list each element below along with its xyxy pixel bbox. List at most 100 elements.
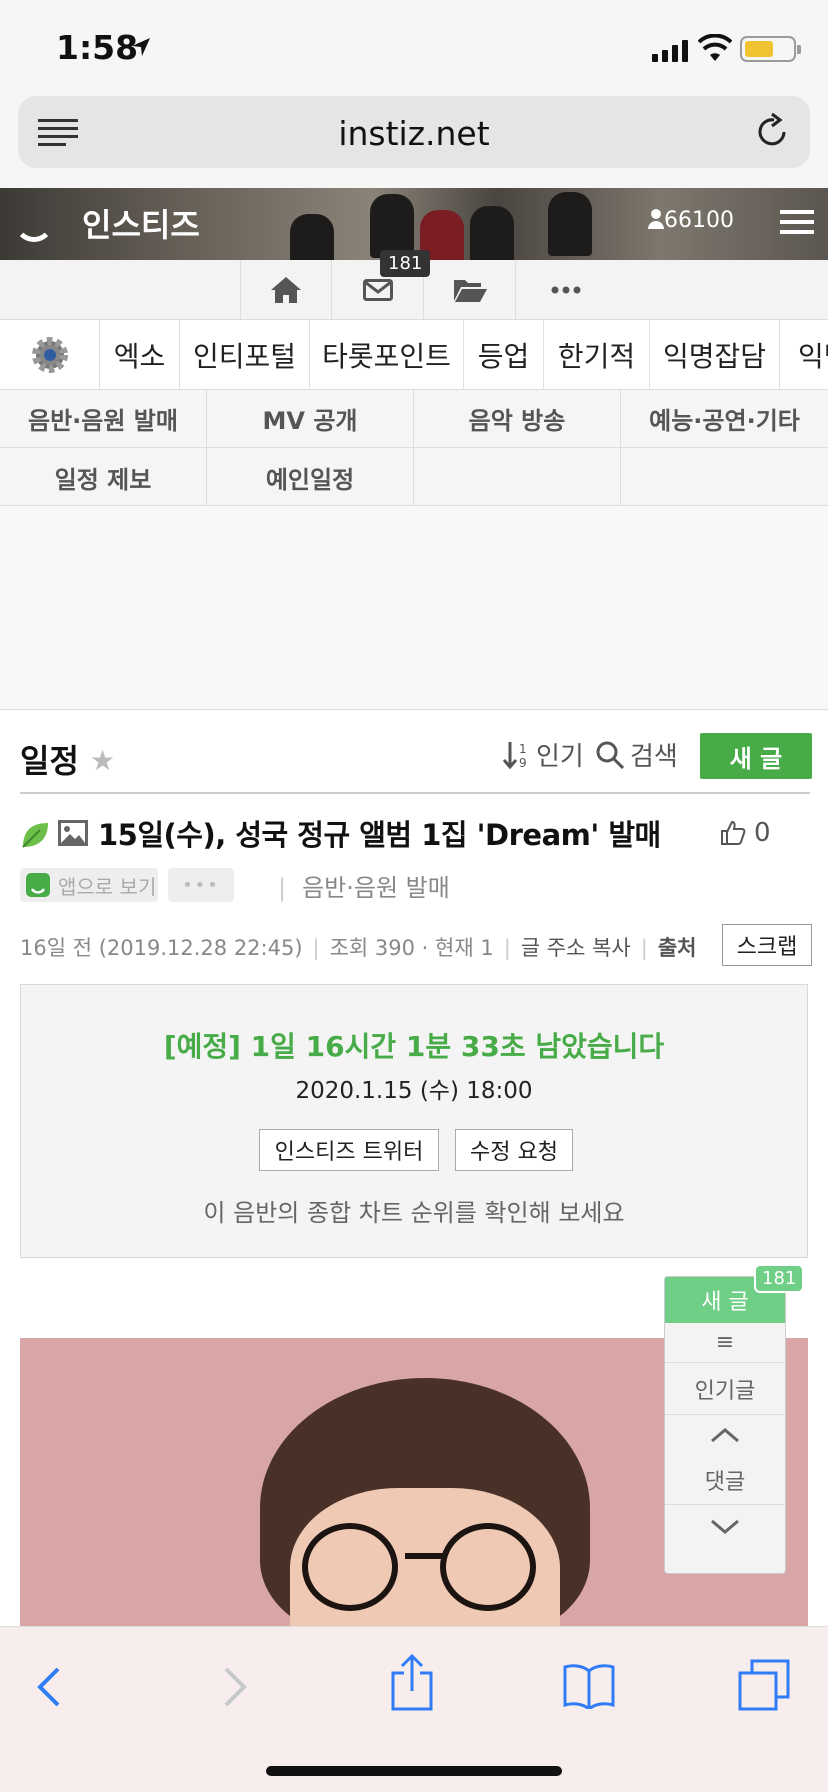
tab-level-up[interactable]: 등업	[464, 320, 544, 389]
gear-icon	[31, 337, 68, 373]
location-arrow-icon	[132, 38, 150, 56]
sort-popular-link[interactable]: 19 인기	[502, 736, 584, 773]
post-title: 15일(수), 성국 정규 앨범 1집 'Dream' 발매	[98, 818, 661, 852]
tab-tarot-point[interactable]: 타롯포인트	[310, 320, 464, 389]
floating-panel: 새 글 ≡ 인기글 댓글	[664, 1276, 786, 1574]
user-icon	[648, 209, 664, 229]
source-link[interactable]: 출처	[658, 936, 697, 960]
like-count: 0	[754, 818, 771, 848]
hamburger-icon[interactable]	[780, 208, 814, 236]
sort-icon: 19	[502, 741, 527, 770]
photo-glasses-left	[302, 1523, 398, 1611]
tabs-icon[interactable]	[738, 1659, 790, 1711]
leaf-icon	[22, 823, 48, 848]
status-time: 1:58	[56, 28, 139, 67]
new-post-button[interactable]: 새 글	[700, 733, 812, 779]
tab-settings[interactable]	[0, 320, 100, 389]
reload-icon[interactable]	[754, 112, 790, 150]
subcat-empty	[621, 448, 828, 506]
url-text[interactable]: instiz.net	[18, 114, 810, 153]
release-datetime: 2020.1.15 (수) 18:00	[295, 1078, 533, 1104]
subcat-variety[interactable]: 예능·공연·기타	[621, 390, 828, 448]
edit-request-button[interactable]: 수정 요청	[455, 1129, 573, 1171]
subcat-schedule-tip[interactable]: 일정 제보	[0, 448, 207, 506]
share-icon[interactable]	[390, 1653, 434, 1711]
chevron-up-icon	[711, 1428, 739, 1443]
copy-link[interactable]: 글 주소 복사	[521, 936, 631, 960]
thumbs-up-icon	[721, 820, 746, 845]
search-label: 검색	[630, 742, 678, 772]
search-link[interactable]: 검색	[596, 736, 678, 773]
bookmarks-icon[interactable]	[562, 1663, 616, 1709]
photo-glasses-right	[440, 1523, 536, 1611]
scrap-button[interactable]: 스크랩	[722, 924, 812, 966]
chart-hint: 이 음반의 종합 차트 순위를 확인해 보세요	[203, 1199, 625, 1227]
float-badge: 181	[754, 1264, 805, 1293]
app-view-button[interactable]: 앱으로 보기	[20, 868, 158, 902]
tab-inti-portal[interactable]: 인티포털	[180, 320, 310, 389]
tab-hangijeok[interactable]: 한기적	[544, 320, 650, 389]
float-scroll-up[interactable]	[665, 1415, 785, 1455]
subcat-music-show[interactable]: 음악 방송	[414, 390, 621, 448]
float-menu-button[interactable]: ≡	[665, 1323, 785, 1363]
more-options-button[interactable]: •••	[168, 868, 234, 902]
banner-figure	[370, 194, 414, 258]
address-bar[interactable]: instiz.net	[18, 96, 810, 168]
search-icon	[596, 741, 624, 769]
subcat-mv[interactable]: MV 공개	[207, 390, 414, 448]
tab-exo[interactable]: 엑소	[100, 320, 180, 389]
banner-figure	[548, 192, 592, 256]
more-icon	[551, 286, 581, 294]
user-count-value: 66100	[664, 208, 734, 233]
category-tabs: 엑소 인티포털 타롯포인트 등업 한기적 익명잡담 익명	[0, 320, 828, 390]
countdown-text: [예정] 1일 16시간 1분 33초 남았습니다	[163, 1030, 665, 1063]
subcat-empty	[414, 448, 621, 506]
app-view-label: 앱으로 보기	[58, 874, 157, 899]
sort-label: 인기	[536, 742, 584, 772]
post-date: 16일 전 (2019.12.28 22:45)	[20, 936, 303, 960]
banner-figure	[290, 214, 334, 260]
subcat-celeb-schedule[interactable]: 예인일정	[207, 448, 414, 506]
wifi-icon	[698, 34, 732, 61]
site-logo-icon[interactable]	[14, 202, 54, 242]
message-badge: 181	[380, 250, 431, 277]
subcategory-grid: 음반·음원 발매 MV 공개 음악 방송 예능·공연·기타 일정 제보 예인일정	[0, 390, 828, 506]
svg-text:9: 9	[519, 756, 527, 770]
tab-anon-partial[interactable]: 익명	[780, 320, 828, 389]
svg-text:1: 1	[519, 742, 527, 756]
mail-icon	[362, 279, 393, 301]
home-indicator	[266, 1766, 562, 1776]
image-icon	[58, 820, 88, 846]
instiz-twitter-button[interactable]: 인스티즈 트위터	[259, 1129, 439, 1171]
favorite-star-icon[interactable]: ★	[90, 744, 115, 777]
float-popular-button[interactable]: 인기글	[665, 1363, 785, 1415]
back-icon[interactable]	[36, 1665, 62, 1709]
schedule-box: [예정] 1일 16시간 1분 33초 남았습니다 2020.1.15 (수) …	[20, 984, 808, 1258]
post-category[interactable]: | 음반·음원 발매	[278, 868, 450, 903]
subcat-album-release[interactable]: 음반·음원 발매	[0, 390, 207, 448]
divider	[20, 792, 810, 794]
banner-figure	[470, 206, 514, 260]
forward-icon[interactable]	[222, 1665, 248, 1709]
post-category-text: 음반·음원 발매	[302, 874, 450, 902]
user-count[interactable]: 66100	[648, 208, 734, 233]
browser-address-area: instiz.net	[0, 92, 828, 188]
battery-icon	[740, 36, 801, 62]
more-button[interactable]	[520, 260, 612, 320]
float-scroll-down[interactable]	[665, 1505, 785, 1549]
float-comments-button[interactable]: 댓글	[665, 1455, 785, 1505]
folder-button[interactable]	[424, 260, 516, 320]
post-meta: 16일 전 (2019.12.28 22:45) | 조회 390 · 현재 1 | 글…	[20, 936, 697, 960]
tab-anon-chat[interactable]: 익명잡담	[650, 320, 780, 389]
folder-icon	[453, 280, 487, 302]
app-smile-icon	[26, 873, 50, 897]
site-logo-text[interactable]: 인스티즈	[82, 200, 200, 246]
chevron-down-icon	[711, 1519, 739, 1534]
ad-area	[0, 506, 828, 710]
like-button[interactable]: 0	[720, 818, 771, 848]
board-title: 일정	[20, 742, 79, 780]
home-icon	[271, 277, 301, 303]
home-button[interactable]	[240, 260, 332, 320]
post-views: 조회 390 · 현재 1	[329, 936, 494, 960]
status-bar: 1:58	[0, 0, 828, 92]
